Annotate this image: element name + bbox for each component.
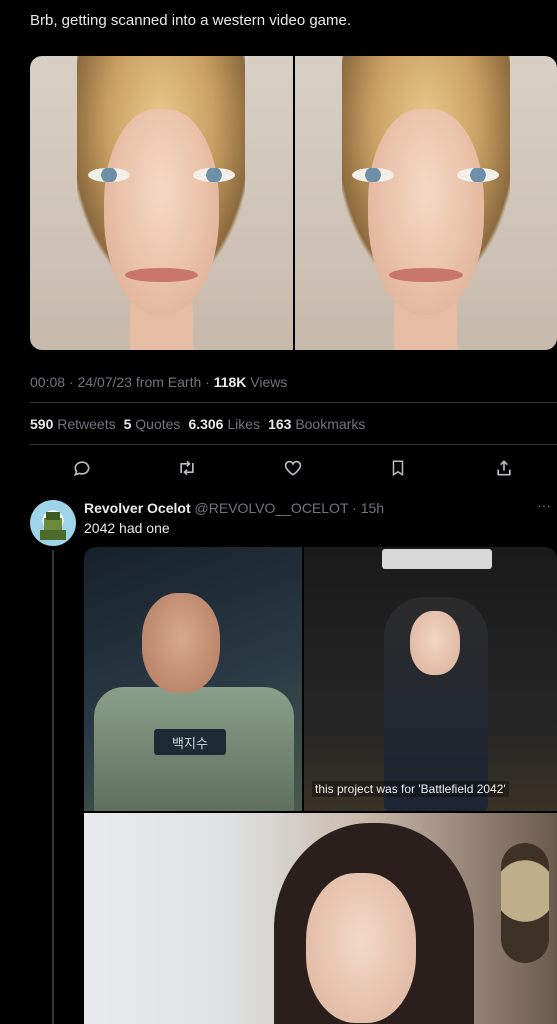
bookmark-icon[interactable] [384,454,412,482]
reply-header: Revolver Ocelot @REVOLVO__OCELOT · 15h [84,500,385,516]
photo-after[interactable] [294,56,557,350]
bookmarks-stat[interactable]: 163 Bookmarks [268,416,365,432]
reply-time[interactable]: 15h [361,500,384,516]
divider [30,444,557,445]
photo-caption: this project was for 'Battlefield 2042' [312,781,509,797]
retweets-stat[interactable]: 590 Retweets [30,416,116,432]
scan-session-photo[interactable]: this project was for 'Battlefield 2042' [304,547,557,811]
likes-stat[interactable]: 6.306 Likes [188,416,260,432]
name-badge: 백지수 [154,729,226,755]
reply-media[interactable]: 백지수 this project was for 'Battlefield 20… [84,547,557,1024]
thread-line [52,550,54,1024]
tweet-stats: 590 Retweets 5 Quotes 6.306 Likes 163 Bo… [30,416,365,432]
photo-before[interactable] [30,56,293,350]
more-options-icon[interactable]: ··· [537,497,551,513]
share-icon[interactable] [490,454,518,482]
action-bar [30,452,557,482]
tweet-meta: 00:08 · 24/07/23 from Earth · 118K Views [30,374,288,390]
game-character-photo[interactable]: 백지수 [84,547,302,811]
tweet-text: Brb, getting scanned into a western vide… [30,12,352,29]
views-label: Views [250,374,288,390]
reply-author-name[interactable]: Revolver Ocelot [84,500,191,516]
tweet-time[interactable]: 00:08 [30,374,65,390]
reply-icon[interactable] [68,454,96,482]
divider [30,402,557,403]
quotes-stat[interactable]: 5 Quotes [124,416,181,432]
reply-text: 2042 had one [84,520,170,536]
portrait-photo[interactable] [84,813,557,1024]
views-count: 118K [213,374,247,390]
tweet-source: from Earth [135,374,202,390]
reply-author-handle[interactable]: @REVOLVO__OCELOT [195,500,349,516]
retweet-icon[interactable] [173,454,201,482]
tweet-date[interactable]: 24/07/23 [78,374,133,390]
like-icon[interactable] [279,454,307,482]
avatar[interactable] [30,500,76,546]
tweet-media[interactable] [30,56,557,350]
